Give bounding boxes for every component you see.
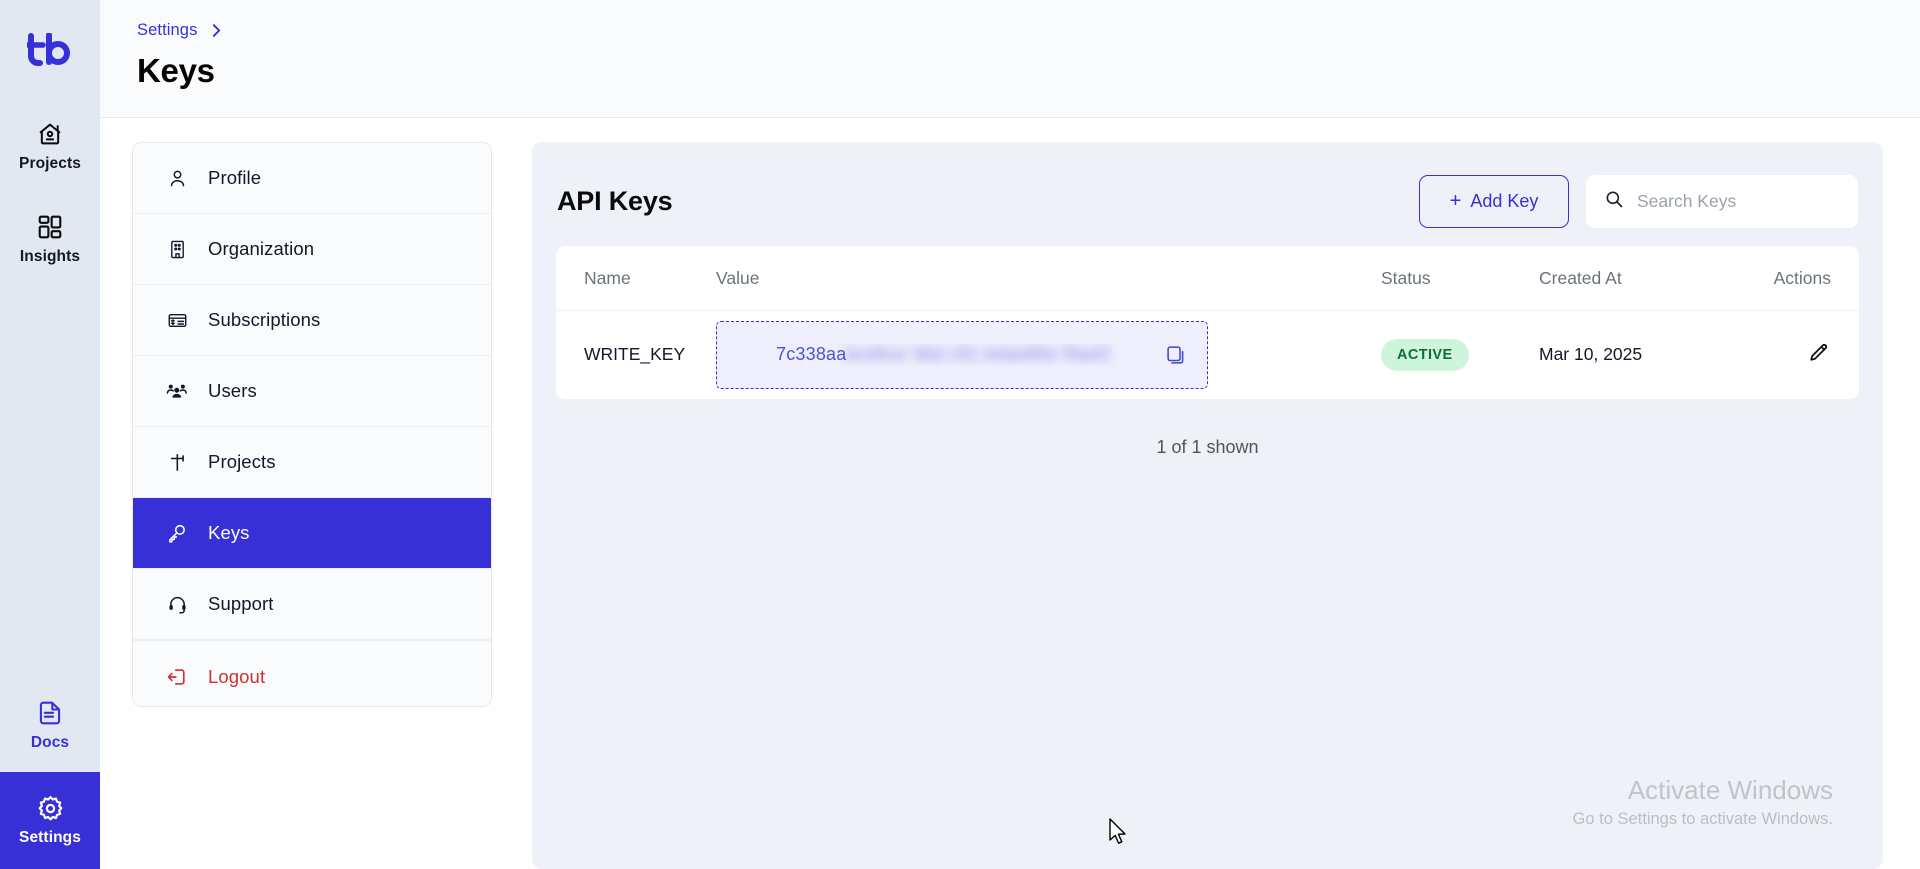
settings-menu-item-profile[interactable]: Profile — [133, 143, 491, 214]
table-body: WRITE_KEY 7c338aabcd5ce 3bd c91 b4ae80e … — [556, 311, 1859, 399]
rail-item-docs[interactable]: Docs — [0, 687, 100, 766]
building-icon — [166, 238, 188, 260]
search-icon — [1604, 189, 1624, 214]
pencil-icon[interactable] — [1807, 340, 1831, 364]
column-header-status: Status — [1381, 246, 1539, 311]
copy-icon[interactable] — [1151, 344, 1187, 366]
user-icon — [166, 167, 188, 189]
home-user-icon — [36, 120, 64, 148]
watermark-subtitle: Go to Settings to activate Windows. — [1572, 810, 1833, 828]
api-keys-panel-wrapper: API Keys + Add Key Search Keys Name Valu… — [492, 142, 1920, 869]
sitemap-icon — [166, 451, 188, 473]
settings-menu-item-subscriptions[interactable]: Subscriptions — [133, 285, 491, 356]
api-key-text: 7c338aabcd5ce 3bd c91 b4ae80e f0ad3 — [776, 344, 1151, 365]
settings-menu-label: Profile — [208, 167, 262, 188]
settings-menu-item-keys[interactable]: Keys — [133, 498, 491, 569]
card-list-icon — [166, 309, 188, 331]
settings-menu: Profile Organization Subscriptions Users… — [132, 142, 492, 707]
logout-button[interactable]: Logout — [133, 640, 491, 706]
logout-icon — [166, 666, 188, 688]
panel-title: API Keys — [557, 185, 673, 216]
users-icon — [166, 380, 188, 402]
settings-menu-label: Keys — [208, 522, 250, 543]
key-name: WRITE_KEY — [584, 344, 686, 365]
api-key-visible-part: 7c338aa — [776, 344, 847, 365]
page-header: Settings Keys — [100, 0, 1920, 118]
table-row: WRITE_KEY 7c338aabcd5ce 3bd c91 b4ae80e … — [556, 311, 1859, 399]
table-header-row: Name Value Status Created At Actions — [556, 246, 1859, 311]
api-key-masked-part: bcd5ce 3bd c91 b4ae80e f0ad3 — [846, 344, 1110, 365]
rail-item-label: Insights — [19, 248, 81, 265]
search-keys-box[interactable] — [1586, 174, 1858, 228]
table-head: Name Value Status Created At Actions — [556, 246, 1859, 311]
logout-label: Logout — [208, 665, 266, 687]
app-root: Projects Insights Docs Settings Settings… — [0, 0, 1920, 869]
dashboard-grid-icon — [36, 213, 64, 241]
status-badge: ACTIVE — [1381, 338, 1469, 371]
chevron-right-icon — [210, 23, 223, 38]
settings-menu-label: Subscriptions — [208, 309, 321, 330]
tb-logo-icon — [27, 33, 70, 66]
panel-actions: + Add Key — [1419, 174, 1858, 228]
page-body: Profile Organization Subscriptions Users… — [100, 118, 1920, 869]
rail-item-label: Settings — [19, 829, 81, 846]
add-key-button[interactable]: + Add Key — [1419, 174, 1569, 228]
results-count: 1 of 1 shown — [1156, 436, 1259, 457]
windows-activation-watermark: Activate Windows Go to Settings to activ… — [1573, 774, 1833, 830]
document-icon — [36, 699, 64, 727]
column-header-name: Name — [556, 246, 716, 311]
cell-created-at: Mar 10, 2025 — [1539, 311, 1739, 399]
settings-menu-item-support[interactable]: Support — [133, 569, 491, 640]
gear-icon — [36, 794, 64, 822]
primary-nav-rail: Projects Insights Docs Settings — [0, 0, 100, 869]
settings-menu-label: Organization — [208, 238, 315, 259]
settings-menu-label: Projects — [208, 451, 276, 472]
add-key-label: Add Key — [1470, 190, 1539, 211]
panel-header: API Keys + Add Key — [556, 172, 1859, 230]
rail-item-label: Projects — [19, 155, 81, 172]
api-keys-table-card: Name Value Status Created At Actions WRI… — [556, 246, 1859, 399]
search-input[interactable] — [1637, 190, 1840, 212]
column-header-actions: Actions — [1739, 246, 1859, 311]
settings-menu-label: Users — [208, 380, 257, 401]
rail-bottom-group: Docs Settings — [0, 687, 100, 869]
rail-item-label: Docs — [30, 734, 70, 751]
rail-item-projects[interactable]: Projects — [0, 108, 100, 183]
settings-menu-item-users[interactable]: Users — [133, 356, 491, 427]
created-at-value: Mar 10, 2025 — [1539, 344, 1643, 365]
column-header-created-at: Created At — [1539, 246, 1739, 311]
brand-logo[interactable] — [0, 22, 100, 78]
cell-actions — [1739, 311, 1859, 399]
settings-menu-label: Support — [208, 593, 274, 614]
rail-item-list: Projects Insights — [0, 108, 100, 294]
watermark-title: Activate Windows — [1627, 774, 1833, 805]
key-icon — [166, 522, 188, 544]
column-header-value: Value — [716, 246, 1381, 311]
api-keys-table: Name Value Status Created At Actions WRI… — [556, 246, 1859, 399]
api-keys-panel: API Keys + Add Key Search Keys Name Valu… — [532, 142, 1883, 869]
cell-name: WRITE_KEY — [556, 311, 716, 399]
rail-item-settings[interactable]: Settings — [0, 772, 100, 869]
headset-icon — [166, 593, 188, 615]
settings-menu-item-organization[interactable]: Organization — [133, 214, 491, 285]
plus-icon: + — [1449, 190, 1462, 212]
settings-menu-item-projects[interactable]: Projects — [133, 427, 491, 498]
rail-item-insights[interactable]: Insights — [0, 201, 100, 276]
api-key-value-chip[interactable]: 7c338aabcd5ce 3bd c91 b4ae80e f0ad3 — [716, 320, 1208, 389]
breadcrumb-item-settings[interactable]: Settings — [137, 21, 197, 40]
breadcrumb: Settings — [137, 18, 1920, 42]
cell-status: ACTIVE — [1381, 311, 1539, 399]
cell-value: 7c338aabcd5ce 3bd c91 b4ae80e f0ad3 — [716, 311, 1381, 399]
main-region: Settings Keys Profile Organization Subsc… — [100, 0, 1920, 869]
page-title: Keys — [137, 52, 215, 89]
